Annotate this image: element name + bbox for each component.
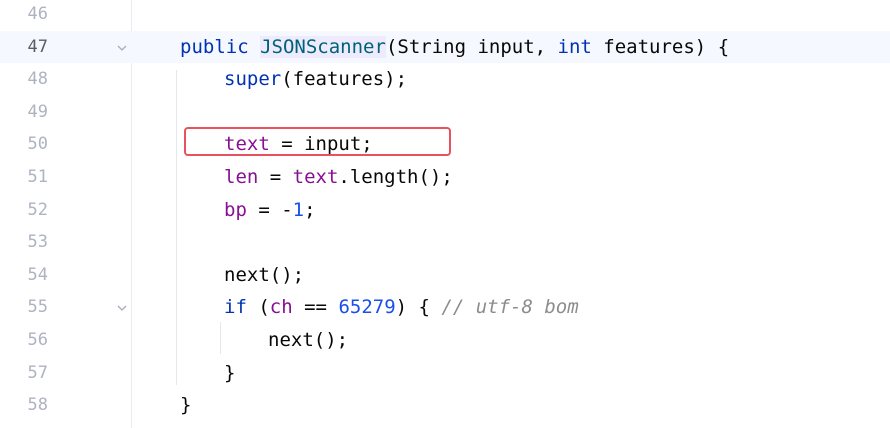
line-number: 50	[27, 134, 48, 155]
keyword-token: super	[224, 68, 282, 91]
code-token: (features);	[281, 68, 408, 91]
line-number: 56	[27, 330, 48, 350]
keyword-token: int	[557, 35, 592, 58]
code-token: = -	[246, 198, 293, 221]
line-number: 48	[27, 69, 48, 90]
keyword-token: public	[180, 35, 249, 58]
code-token: ;	[304, 198, 316, 221]
code-text: next();	[224, 259, 304, 292]
code-text: len = text.length();	[224, 161, 453, 194]
code-line[interactable]: 58 }	[0, 389, 890, 422]
number-token: 65279	[338, 296, 396, 319]
code-token: next();	[224, 263, 305, 286]
code-text: bp = -1;	[224, 194, 316, 227]
code-line[interactable]: 55 if (ch == 65279) { // utf-8 bom	[0, 291, 890, 324]
highlight-box	[184, 127, 451, 156]
code-text: public JSONScanner(String input, int fea…	[180, 31, 729, 64]
line-number: 47	[27, 36, 48, 57]
code-line[interactable]: 54 next();	[0, 259, 890, 292]
code-line[interactable]: 56 next();	[0, 324, 890, 357]
comment-token: // utf-8 bom	[441, 296, 579, 319]
code-token: next();	[268, 329, 349, 351]
field-token: text	[292, 166, 339, 188]
field-token: len	[224, 166, 259, 188]
class-name-token: JSONScanner	[260, 35, 386, 58]
line-number: 46	[27, 4, 48, 24]
code-text: if (ch == 65279) { // utf-8 bom	[224, 291, 579, 324]
chevron-down-icon[interactable]	[114, 300, 130, 316]
code-line[interactable]: 49	[0, 96, 890, 129]
code-text: next();	[268, 324, 348, 357]
code-token: (	[246, 296, 270, 319]
code-line-current[interactable]: 47 public JSONScanner(String input, int …	[0, 30, 890, 64]
line-number: 49	[27, 101, 48, 122]
line-number: 57	[27, 362, 48, 383]
code-line[interactable]: 51 len = text.length();	[0, 161, 890, 194]
field-token: bp	[224, 198, 247, 221]
field-token: ch	[269, 296, 293, 319]
code-line[interactable]: 46	[0, 0, 890, 31]
line-number: 58	[27, 395, 48, 416]
code-line[interactable]: 48 super(features);	[0, 63, 890, 96]
code-token: =	[258, 166, 293, 188]
code-token: ) {	[395, 296, 442, 319]
line-number: 55	[27, 297, 48, 318]
code-token: ==	[292, 296, 339, 319]
chevron-down-icon[interactable]	[114, 40, 130, 56]
code-token: }	[224, 361, 236, 384]
code-token: }	[180, 394, 192, 417]
code-text: }	[180, 389, 191, 422]
code-token: (String input,	[385, 35, 558, 58]
number-token: 1	[292, 198, 305, 221]
line-number: 51	[27, 167, 48, 187]
line-number: 52	[27, 199, 48, 220]
code-token: features) {	[591, 35, 730, 58]
line-number: 53	[27, 232, 48, 253]
code-line[interactable]: 57 }	[0, 357, 890, 390]
code-editor[interactable]: 46 47 public JSONScanner(String input, i…	[0, 0, 890, 428]
code-text: }	[224, 357, 235, 390]
code-line[interactable]: 52 bp = -1;	[0, 194, 890, 227]
code-line[interactable]: 53	[0, 226, 890, 259]
line-number: 54	[27, 264, 48, 285]
code-text: super(features);	[224, 63, 407, 96]
keyword-token: if	[224, 296, 247, 319]
code-token: .length();	[338, 166, 453, 188]
